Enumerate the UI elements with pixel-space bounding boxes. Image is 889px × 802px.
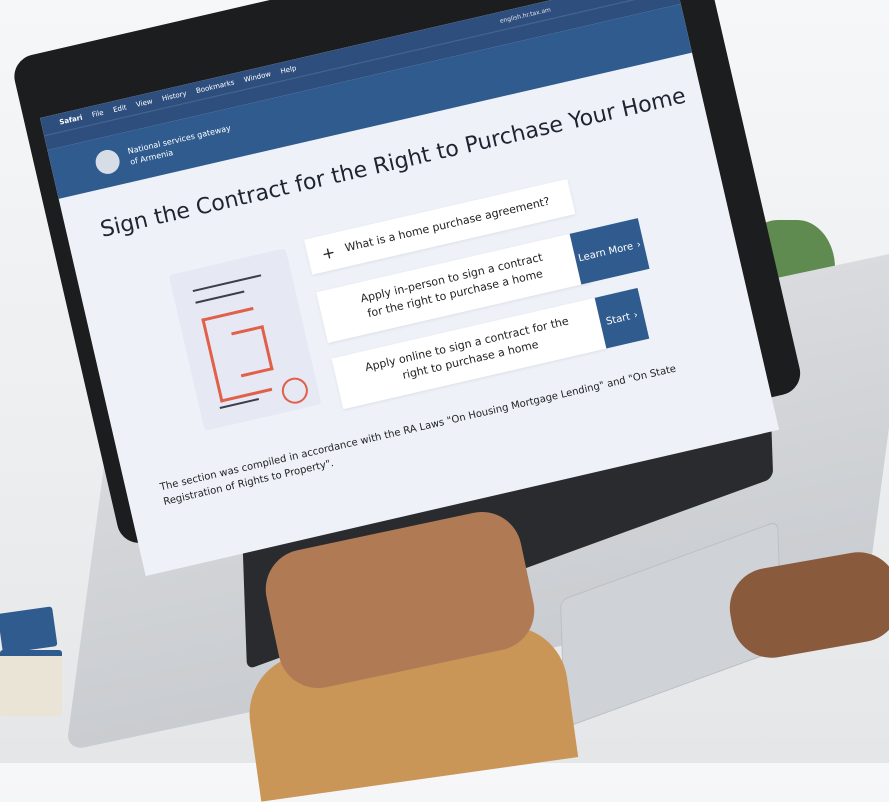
illustration-line <box>192 274 262 293</box>
site-name[interactable]: National services gateway of Armenia <box>127 123 235 168</box>
menu-help[interactable]: Help <box>280 64 297 75</box>
plus-icon: + <box>319 242 338 264</box>
photo-scene: Safari File Edit View History Bookmarks … <box>0 0 889 802</box>
option-label: Apply in-person to sign a contract for t… <box>359 250 545 321</box>
learn-more-label: Learn More <box>577 240 635 264</box>
menu-edit[interactable]: Edit <box>112 103 127 114</box>
signature-stamp-icon <box>279 375 311 407</box>
start-button[interactable]: Start › <box>594 287 650 349</box>
book-stack-lower <box>0 650 62 716</box>
menu-view[interactable]: View <box>135 97 153 109</box>
illustration-line <box>195 290 245 304</box>
start-label: Start <box>604 311 632 328</box>
contract-illustration <box>168 248 322 431</box>
chevron-right-icon: › <box>635 238 642 251</box>
learn-more-button[interactable]: Learn More › <box>569 218 650 285</box>
coat-of-arms-logo[interactable] <box>93 147 123 177</box>
menu-app-name[interactable]: Safari <box>59 114 84 127</box>
menu-history[interactable]: History <box>161 90 187 103</box>
book-stack <box>0 606 58 654</box>
chevron-right-icon: › <box>632 309 639 321</box>
menu-window[interactable]: Window <box>243 70 272 84</box>
menu-file[interactable]: File <box>91 109 104 119</box>
